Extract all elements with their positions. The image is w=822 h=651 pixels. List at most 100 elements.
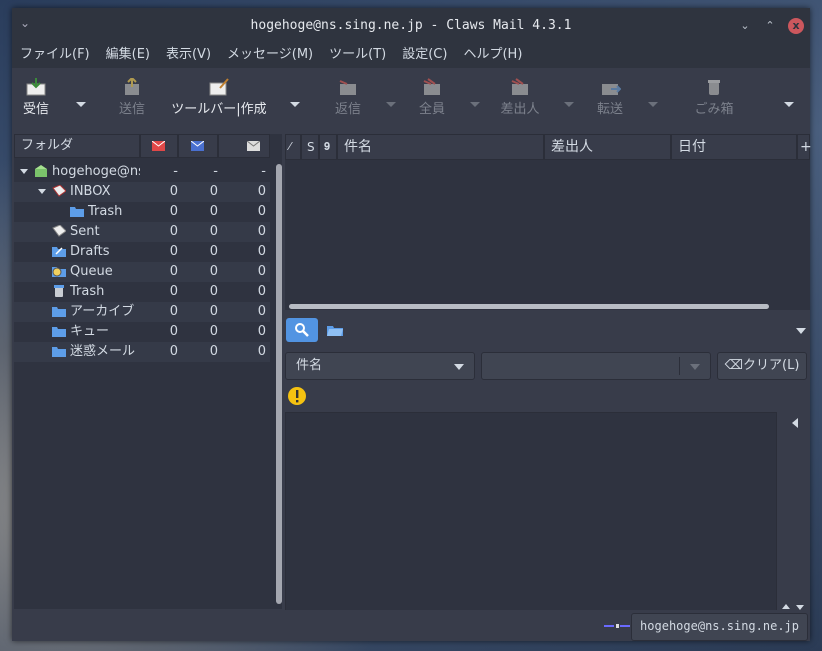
reply-all-dropdown-icon[interactable] — [470, 102, 480, 107]
menu-message[interactable]: メッセージ(M) — [219, 44, 321, 66]
folder-icon — [52, 307, 66, 317]
total-count: 0 — [257, 284, 266, 299]
menu-view[interactable]: 表示(V) — [158, 44, 219, 66]
quicksearch-expand-icon[interactable] — [796, 328, 806, 334]
forward-dropdown-icon[interactable] — [648, 102, 658, 107]
minimize-button[interactable]: ⌄ — [737, 18, 753, 34]
reply-button[interactable]: 返信 — [330, 72, 366, 130]
close-button[interactable]: x — [788, 18, 804, 34]
reply-sender-button[interactable]: 差出人 — [498, 72, 542, 130]
search-type-select[interactable]: 件名 — [285, 352, 475, 380]
new-count: 0 — [169, 324, 178, 339]
trash-can-icon — [708, 80, 720, 95]
total-count: 0 — [257, 324, 266, 339]
folder-name: アーカイブ — [70, 304, 135, 319]
forward-button[interactable]: 転送 — [592, 72, 628, 130]
menu-help[interactable]: ヘルプ(H) — [455, 44, 530, 66]
account-selector[interactable]: hogehoge@ns.sing.ne.jp — [631, 613, 808, 641]
receive-button[interactable]: 受信 — [18, 72, 54, 130]
new-count: 0 — [169, 284, 178, 299]
toolbar-overflow-icon[interactable] — [784, 102, 794, 107]
col-date-header[interactable]: 日付 — [671, 134, 797, 160]
reply-dropdown-icon[interactable] — [386, 102, 396, 107]
message-view[interactable] — [285, 412, 777, 612]
chevron-down-icon — [690, 364, 700, 370]
menu-edit[interactable]: 編集(E) — [98, 44, 158, 66]
forward-icon — [602, 84, 621, 95]
send-button[interactable]: 送信 — [112, 72, 152, 130]
folder-column-header[interactable]: フォルダ — [14, 134, 140, 158]
col-attachment-header[interactable]: 𝟗 — [319, 134, 337, 160]
folder-row-archive[interactable]: アーカイブ 0 0 0 — [14, 302, 270, 322]
folder-row-queue[interactable]: Queue 0 0 0 — [14, 262, 270, 282]
unread-column-header[interactable] — [178, 134, 218, 158]
menu-tools[interactable]: ツール(T) — [321, 44, 394, 66]
menu-file[interactable]: ファイル(F) — [12, 44, 98, 66]
unread-count: - — [213, 164, 218, 179]
total-count: 0 — [257, 204, 266, 219]
total-count: 0 — [257, 244, 266, 259]
forward-label: 転送 — [596, 102, 623, 117]
folder-scrollbar[interactable] — [276, 164, 282, 604]
col-status-header[interactable]: S — [301, 134, 319, 160]
total-count: 0 — [257, 264, 266, 279]
divider — [679, 357, 680, 375]
drafts-icon — [52, 247, 66, 257]
new-count: 0 — [169, 304, 178, 319]
receive-icon — [26, 78, 46, 96]
online-status-icon[interactable] — [604, 624, 630, 628]
new-count: - — [173, 164, 178, 179]
new-column-header[interactable] — [140, 134, 178, 158]
unread-count: 0 — [209, 244, 218, 259]
search-button[interactable] — [286, 318, 318, 342]
toolbar: 受信 送信 ツールバー|作成 返信 全員 差出人 転送 ごみ箱 — [12, 68, 810, 134]
search-icon — [295, 323, 309, 337]
new-count: 0 — [169, 224, 178, 239]
total-count: 0 — [257, 224, 266, 239]
menu-settings[interactable]: 設定(C) — [394, 44, 455, 66]
clear-button[interactable]: ⌫クリア(L) — [717, 352, 807, 380]
send-icon — [125, 78, 139, 95]
collapse-left-icon[interactable] — [792, 418, 798, 428]
col-mark-header[interactable]: ⁄ — [285, 134, 301, 160]
search-input[interactable] — [481, 352, 711, 380]
folder-row-drafts[interactable]: Drafts 0 0 0 — [14, 242, 270, 262]
message-list: ⁄ S 𝟗 件名 差出人 日付 + — [285, 134, 812, 310]
unread-count: 0 — [209, 284, 218, 299]
scroll-up-icon[interactable] — [782, 604, 790, 609]
folder-icon — [52, 347, 66, 357]
maximize-button[interactable]: ⌃ — [762, 18, 778, 34]
new-mail-icon — [151, 140, 166, 151]
compose-button[interactable]: ツールバー|作成 — [164, 72, 274, 130]
col-subject-header[interactable]: 件名 — [337, 134, 544, 160]
reply-all-button[interactable]: 全員 — [414, 72, 450, 130]
trash-can-icon — [54, 285, 64, 297]
inbox-icon — [52, 185, 66, 197]
folder-row-junk[interactable]: 迷惑メール 0 0 0 — [14, 342, 270, 362]
unread-mail-icon — [190, 140, 205, 151]
folder-row-inbox[interactable]: INBOX 0 0 0 — [14, 182, 270, 202]
reply-sender-dropdown-icon[interactable] — [564, 102, 574, 107]
col-more-header[interactable]: + — [797, 134, 812, 160]
folder-row-inbox-trash[interactable]: Trash 0 0 0 — [14, 202, 270, 222]
expand-icon[interactable] — [38, 189, 46, 194]
col-from-header[interactable]: 差出人 — [544, 134, 671, 160]
folder-open-icon[interactable] — [327, 324, 343, 336]
expand-icon[interactable] — [20, 169, 28, 174]
folder-row-account[interactable]: hogehoge@ns - - - — [14, 162, 270, 182]
send-label: 送信 — [118, 102, 145, 117]
folder-name: 迷惑メール — [70, 344, 136, 359]
total-count: 0 — [257, 184, 266, 199]
total-column-header[interactable] — [218, 134, 270, 158]
new-count: 0 — [169, 204, 178, 219]
folder-icon — [70, 207, 84, 217]
message-list-scrollbar[interactable] — [289, 304, 769, 309]
folder-row-trash[interactable]: Trash 0 0 0 — [14, 282, 270, 302]
total-count: - — [261, 164, 266, 179]
trash-button[interactable]: ごみ箱 — [690, 72, 738, 130]
compose-dropdown-icon[interactable] — [290, 102, 300, 107]
receive-dropdown-icon[interactable] — [76, 102, 86, 107]
folder-row-queue-jp[interactable]: キュー 0 0 0 — [14, 322, 270, 342]
folder-row-sent[interactable]: Sent 0 0 0 — [14, 222, 270, 242]
total-mail-icon — [246, 140, 261, 151]
